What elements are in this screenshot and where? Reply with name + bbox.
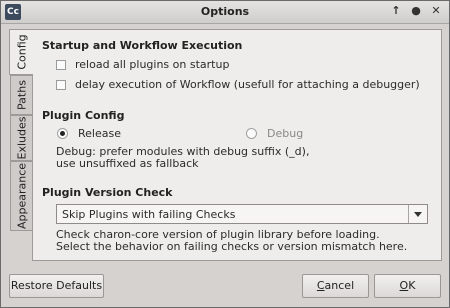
reload-plugins-checkbox[interactable]	[56, 59, 66, 70]
startup-section-title: Startup and Workflow Execution	[42, 39, 243, 52]
ok-button[interactable]: OK	[374, 274, 441, 298]
maximize-icon[interactable]: ●	[409, 4, 423, 18]
cancel-label-suffix: ancel	[324, 279, 355, 292]
close-icon[interactable]: ✕	[429, 4, 443, 18]
title-bar[interactable]: Cc Options ↑ ● ✕	[1, 1, 449, 24]
release-radio[interactable]	[57, 128, 68, 139]
delay-execution-checkbox[interactable]	[56, 79, 66, 90]
version-check-section-title: Plugin Version Check	[42, 186, 173, 199]
plugin-config-section-title: Plugin Config	[42, 109, 125, 122]
tab-paths-label: Paths	[15, 80, 28, 110]
version-check-selected-value: Skip Plugins with failing Checks	[62, 208, 236, 221]
debug-label: Debug	[267, 127, 304, 140]
release-option[interactable]: Release	[57, 127, 121, 140]
tab-config-label: Config	[15, 34, 28, 70]
cancel-button[interactable]: Cancel	[302, 274, 369, 298]
release-label: Release	[78, 127, 121, 140]
debug-radio[interactable]	[246, 128, 257, 139]
ok-mnemonic: O	[399, 279, 409, 292]
config-panel: Startup and Workflow Execution reload al…	[32, 29, 442, 261]
options-window: Cc Options ↑ ● ✕ Config Paths Exludes Ap…	[0, 0, 450, 308]
reload-plugins-label: reload all plugins on startup	[75, 58, 230, 71]
version-check-select[interactable]: Skip Plugins with failing Checks	[56, 204, 428, 224]
restore-defaults-button[interactable]: Restore Defaults	[9, 274, 104, 298]
tab-appearance-label: Appearance	[15, 162, 28, 230]
delay-execution-label: delay execution of Workflow (usefull for…	[75, 78, 420, 91]
tab-paths[interactable]: Paths	[10, 75, 32, 115]
debug-option[interactable]: Debug	[246, 127, 303, 140]
tab-exludes[interactable]: Exludes	[10, 115, 32, 161]
restore-defaults-label: Restore Defaults	[10, 279, 103, 292]
plugin-config-description: Debug: prefer modules with debug suffix …	[56, 145, 310, 170]
tab-exludes-label: Exludes	[15, 116, 28, 160]
reload-plugins-option[interactable]: reload all plugins on startup	[56, 58, 229, 71]
chevron-down-icon[interactable]	[408, 205, 427, 223]
pin-icon[interactable]: ↑	[389, 4, 403, 18]
tab-config[interactable]: Config	[9, 29, 33, 75]
window-title: Options	[200, 5, 250, 18]
cancel-mnemonic: C	[316, 279, 325, 292]
window-controls: ↑ ● ✕	[389, 4, 443, 18]
delay-execution-option[interactable]: delay execution of Workflow (usefull for…	[56, 78, 420, 91]
tab-appearance[interactable]: Appearance	[10, 161, 32, 231]
version-check-description: Check charon-core version of plugin libr…	[56, 228, 408, 253]
ok-label-suffix: K	[408, 279, 416, 292]
